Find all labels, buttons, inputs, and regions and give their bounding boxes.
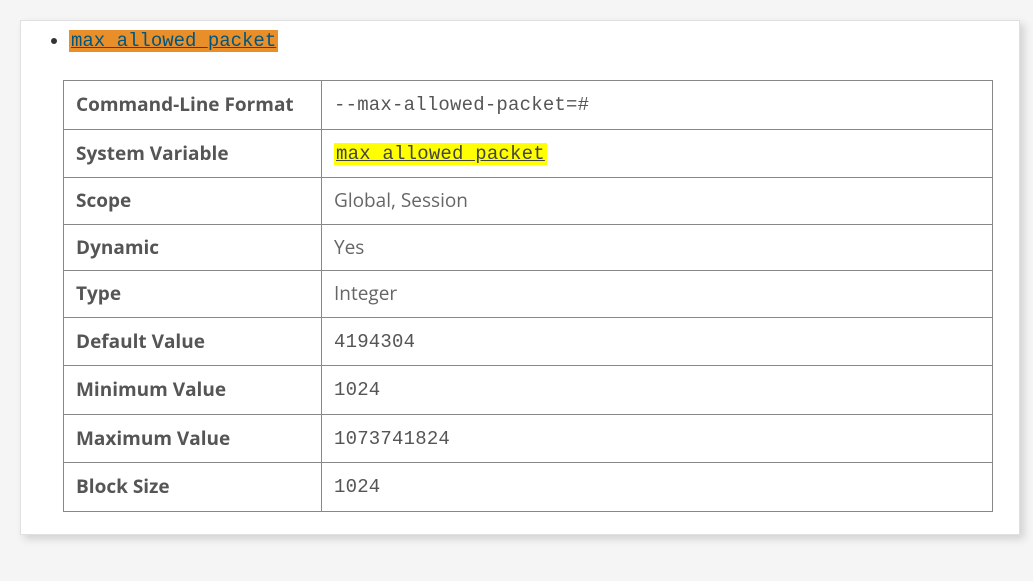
- row-label-system-variable: System Variable: [64, 129, 322, 178]
- code-text: 1024: [334, 476, 380, 498]
- table-row: Type Integer: [64, 271, 993, 318]
- table-row: Dynamic Yes: [64, 224, 993, 271]
- row-value-dynamic: Yes: [322, 224, 993, 271]
- row-label-block-size: Block Size: [64, 463, 322, 512]
- table-row: Minimum Value 1024: [64, 366, 993, 415]
- code-text: 1073741824: [334, 428, 450, 450]
- code-text: 1024: [334, 379, 380, 401]
- row-value-command-line-format: --max-allowed-packet=#: [322, 81, 993, 130]
- row-value-scope: Global, Session: [322, 178, 993, 225]
- row-value-minimum-value: 1024: [322, 366, 993, 415]
- row-label-minimum-value: Minimum Value: [64, 366, 322, 415]
- table-row: Maximum Value 1073741824: [64, 414, 993, 463]
- row-value-system-variable: max_allowed_packet: [322, 129, 993, 178]
- row-label-maximum-value: Maximum Value: [64, 414, 322, 463]
- variable-spec-card: max_allowed_packet Command-Line Format -…: [20, 20, 1020, 535]
- row-label-scope: Scope: [64, 178, 322, 225]
- table-row: Scope Global, Session: [64, 178, 993, 225]
- table-row: Block Size 1024: [64, 463, 993, 512]
- row-label-type: Type: [64, 271, 322, 318]
- row-value-maximum-value: 1073741824: [322, 414, 993, 463]
- variable-spec-table: Command-Line Format --max-allowed-packet…: [63, 80, 993, 512]
- table-row: Default Value 4194304: [64, 317, 993, 366]
- heading-list: max_allowed_packet: [51, 29, 989, 52]
- code-text: --max-allowed-packet=#: [334, 94, 589, 116]
- row-label-dynamic: Dynamic: [64, 224, 322, 271]
- code-text: 4194304: [334, 331, 415, 353]
- table-row: System Variable max_allowed_packet: [64, 129, 993, 178]
- row-label-default-value: Default Value: [64, 317, 322, 366]
- heading-list-item: max_allowed_packet: [69, 29, 989, 52]
- system-variable-link[interactable]: max_allowed_packet: [334, 143, 547, 165]
- variable-name-link[interactable]: max_allowed_packet: [69, 30, 278, 52]
- table-row: Command-Line Format --max-allowed-packet…: [64, 81, 993, 130]
- row-label-command-line-format: Command-Line Format: [64, 81, 322, 130]
- row-value-block-size: 1024: [322, 463, 993, 512]
- row-value-default-value: 4194304: [322, 317, 993, 366]
- row-value-type: Integer: [322, 271, 993, 318]
